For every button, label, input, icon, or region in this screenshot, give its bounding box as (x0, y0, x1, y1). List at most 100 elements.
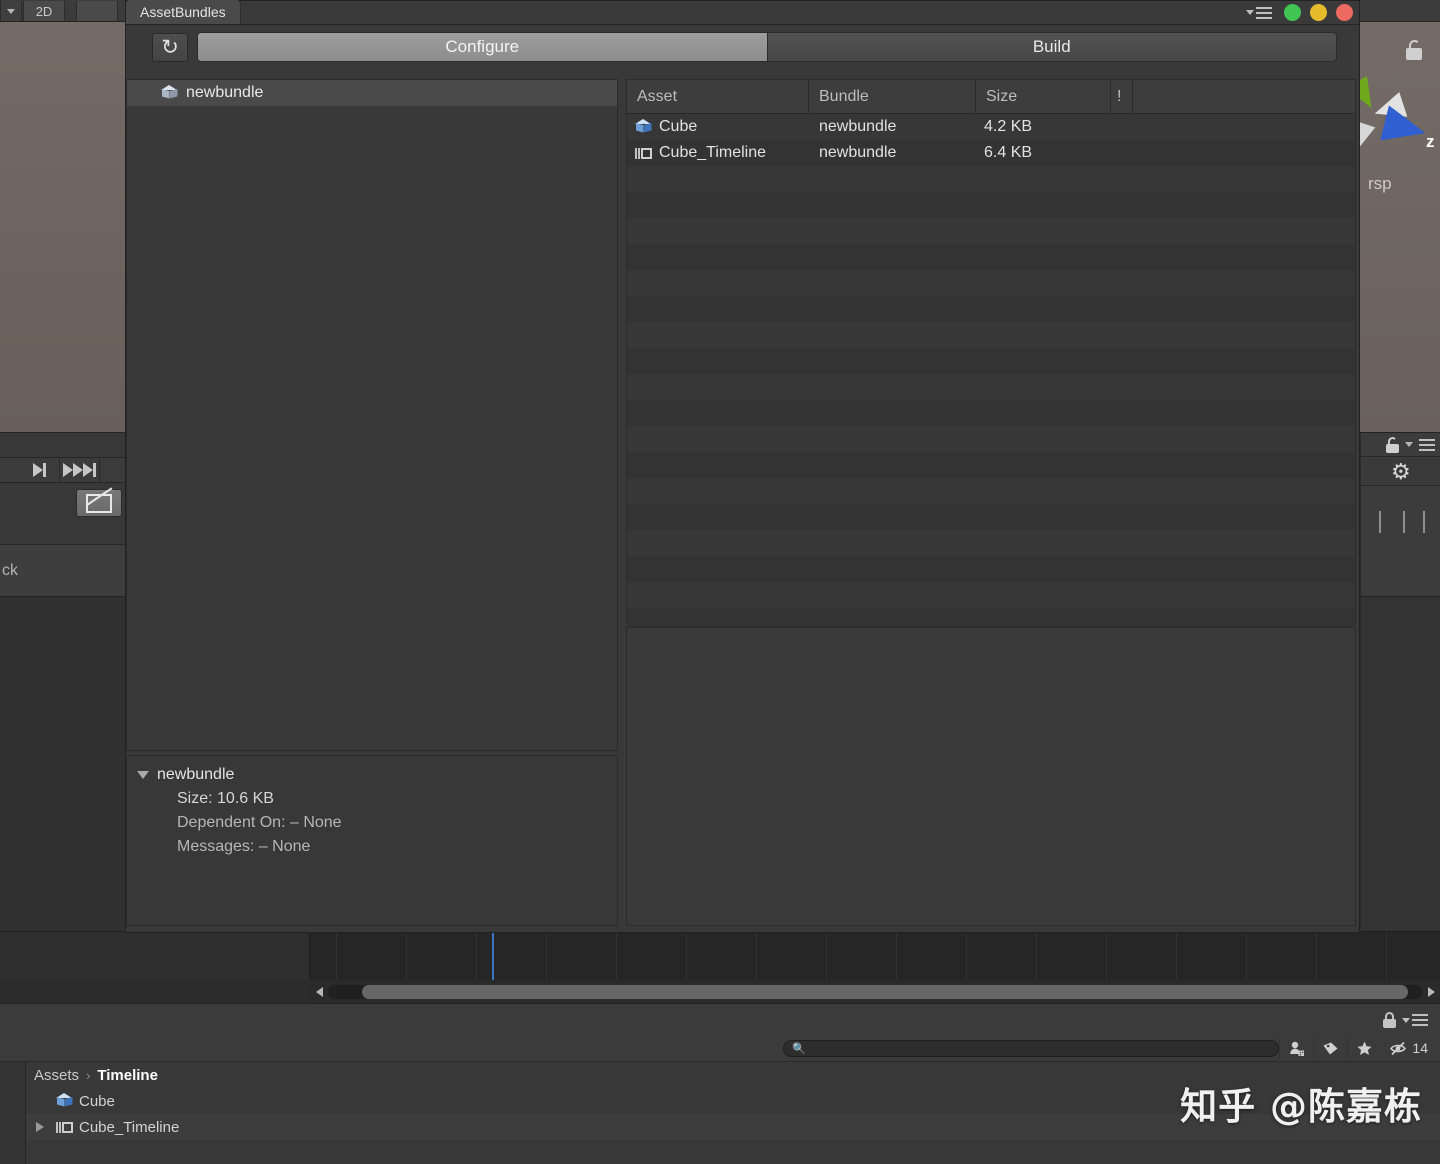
triangle-down-icon[interactable] (137, 771, 149, 779)
bundle-detail-header[interactable]: newbundle (137, 766, 617, 784)
column-header-size[interactable]: Size (976, 80, 1111, 114)
refresh-button[interactable]: ↻ (152, 33, 188, 62)
table-row-empty[interactable] (627, 582, 1355, 608)
cell-bundle: newbundle (817, 114, 982, 140)
search-input[interactable] (811, 1042, 1270, 1054)
list-item-label: Cube_Timeline (79, 1119, 179, 1136)
lightbulb-icon (92, 4, 103, 18)
bundle-detail-dependent-on: Dependent On: – None (177, 814, 617, 832)
table-row-empty[interactable] (627, 348, 1355, 374)
cube-icon (56, 1093, 73, 1110)
left-panel-text-fragment-row: ck (0, 544, 125, 596)
lock-icon[interactable] (1383, 1012, 1396, 1028)
bundle-tree-item-label: newbundle (186, 84, 263, 102)
inspector-header-controls (1361, 433, 1440, 457)
lock-icon[interactable] (1406, 40, 1422, 60)
search-input-wrapper[interactable]: 🔍 (783, 1040, 1279, 1057)
scrollbar-track[interactable] (328, 985, 1422, 999)
project-browser-toolbar (0, 1003, 1440, 1035)
eye-slash-icon (1389, 1040, 1409, 1057)
table-row[interactable]: Cube_Timeline newbundle 6.4 KB (627, 140, 1355, 166)
hamburger-menu-icon[interactable] (1402, 1014, 1428, 1026)
table-row-empty[interactable] (627, 426, 1355, 452)
table-row-empty[interactable] (627, 270, 1355, 296)
hidden-assets-toggle[interactable]: 14 (1381, 1040, 1434, 1057)
asset-table: Asset Bundle Size ! Cube newbundle 4.2 K… (626, 79, 1356, 623)
table-row-empty[interactable] (627, 218, 1355, 244)
refresh-icon: ↻ (161, 37, 179, 58)
search-by-type-button[interactable] (1279, 1037, 1313, 1059)
table-row-empty[interactable] (627, 400, 1355, 426)
table-row-empty[interactable] (627, 504, 1355, 530)
table-row-empty[interactable] (627, 244, 1355, 270)
hamburger-menu-icon[interactable] (1246, 7, 1272, 19)
column-header-asset[interactable]: Asset (627, 80, 809, 114)
bundle-detail-panel: newbundle Size: 10.6 KB Dependent On: – … (126, 755, 618, 926)
close-button[interactable] (1336, 4, 1353, 21)
table-row-empty[interactable] (627, 452, 1355, 478)
scroll-left-button[interactable] (310, 983, 328, 1001)
breadcrumb-separator-icon: › (86, 1068, 90, 1083)
table-row-empty[interactable] (627, 556, 1355, 582)
table-row-empty[interactable] (627, 322, 1355, 348)
column-header-flag[interactable]: ! (1111, 80, 1133, 114)
inspector-settings-button[interactable] (1361, 458, 1440, 486)
cell-bundle: newbundle (817, 140, 982, 166)
search-icon: 🔍 (792, 1042, 806, 1055)
asset-detail-panel (626, 627, 1356, 926)
chevron-down-icon (7, 9, 15, 14)
favorites-star-button[interactable] (1347, 1037, 1381, 1059)
scene-orientation-gizmo[interactable]: z (1366, 82, 1436, 162)
tab-assetbundles[interactable]: AssetBundles (126, 0, 241, 24)
maximize-button[interactable] (1284, 4, 1301, 21)
assetbundles-toolbar: ↻ Configure Build (126, 25, 1359, 69)
tab-build[interactable]: Build (768, 32, 1338, 62)
chevron-right-icon[interactable] (36, 1122, 44, 1132)
curve-editor-button[interactable] (76, 489, 122, 517)
minimize-button[interactable] (1310, 4, 1327, 21)
cube-icon (635, 119, 652, 136)
step-forward-button[interactable] (20, 458, 60, 482)
column-header-bundle[interactable]: Bundle (809, 80, 976, 114)
skip-forward-button[interactable] (60, 458, 100, 482)
gizmo-z-label: z (1426, 132, 1435, 152)
hamburger-menu-icon[interactable] (1419, 439, 1435, 451)
chevron-left-icon (316, 987, 323, 997)
search-by-label-button[interactable] (1313, 1037, 1347, 1059)
scene-lighting-toggle[interactable] (76, 1, 118, 21)
favorites-star-icon (1356, 1040, 1373, 1057)
table-row-empty[interactable] (627, 478, 1355, 504)
table-row-empty[interactable] (627, 296, 1355, 322)
left-panel-lower-area (0, 596, 125, 931)
scene-toolbar-dropdown[interactable] (0, 1, 22, 21)
cell-asset-label: Cube_Timeline (659, 144, 766, 162)
bundle-tree-item-newbundle[interactable]: newbundle (127, 80, 617, 106)
table-row-empty[interactable] (627, 530, 1355, 556)
project-browser-folder-gutter (0, 1062, 26, 1164)
scroll-right-button[interactable] (1422, 983, 1440, 1001)
scene-2d-toggle[interactable]: 2D (23, 1, 65, 21)
bundle-detail-messages: Messages: – None (177, 838, 617, 856)
timeline-track-list (0, 932, 310, 980)
lock-icon[interactable] (1386, 437, 1399, 453)
timeline-grid[interactable] (310, 932, 1440, 980)
bundle-tree-panel[interactable]: newbundle (126, 79, 618, 751)
chevron-down-icon[interactable] (1405, 442, 1413, 447)
bundle-cube-icon (161, 85, 178, 102)
table-row-empty[interactable] (627, 166, 1355, 192)
timeline-asset-icon (635, 146, 652, 161)
table-row-empty[interactable] (627, 374, 1355, 400)
watermark: 知乎 @陈嘉栋 (1180, 1076, 1422, 1130)
breadcrumb-root[interactable]: Assets (34, 1067, 79, 1084)
table-row[interactable]: Cube newbundle 4.2 KB (627, 114, 1355, 140)
cell-asset: Cube_Timeline (627, 140, 817, 166)
breadcrumb-current[interactable]: Timeline (97, 1067, 158, 1084)
curve-editor-icon (86, 494, 112, 513)
assetbundles-window: AssetBundles ↻ Configure (125, 0, 1360, 933)
tab-configure[interactable]: Configure (197, 32, 768, 62)
scrollbar-thumb[interactable] (362, 985, 1408, 999)
table-row-empty[interactable] (627, 192, 1355, 218)
project-browser-search-row: 🔍 (0, 1035, 1440, 1061)
gizmo-z-axis-icon (1380, 105, 1429, 150)
timeline-horizontal-scrollbar[interactable] (310, 980, 1440, 1004)
